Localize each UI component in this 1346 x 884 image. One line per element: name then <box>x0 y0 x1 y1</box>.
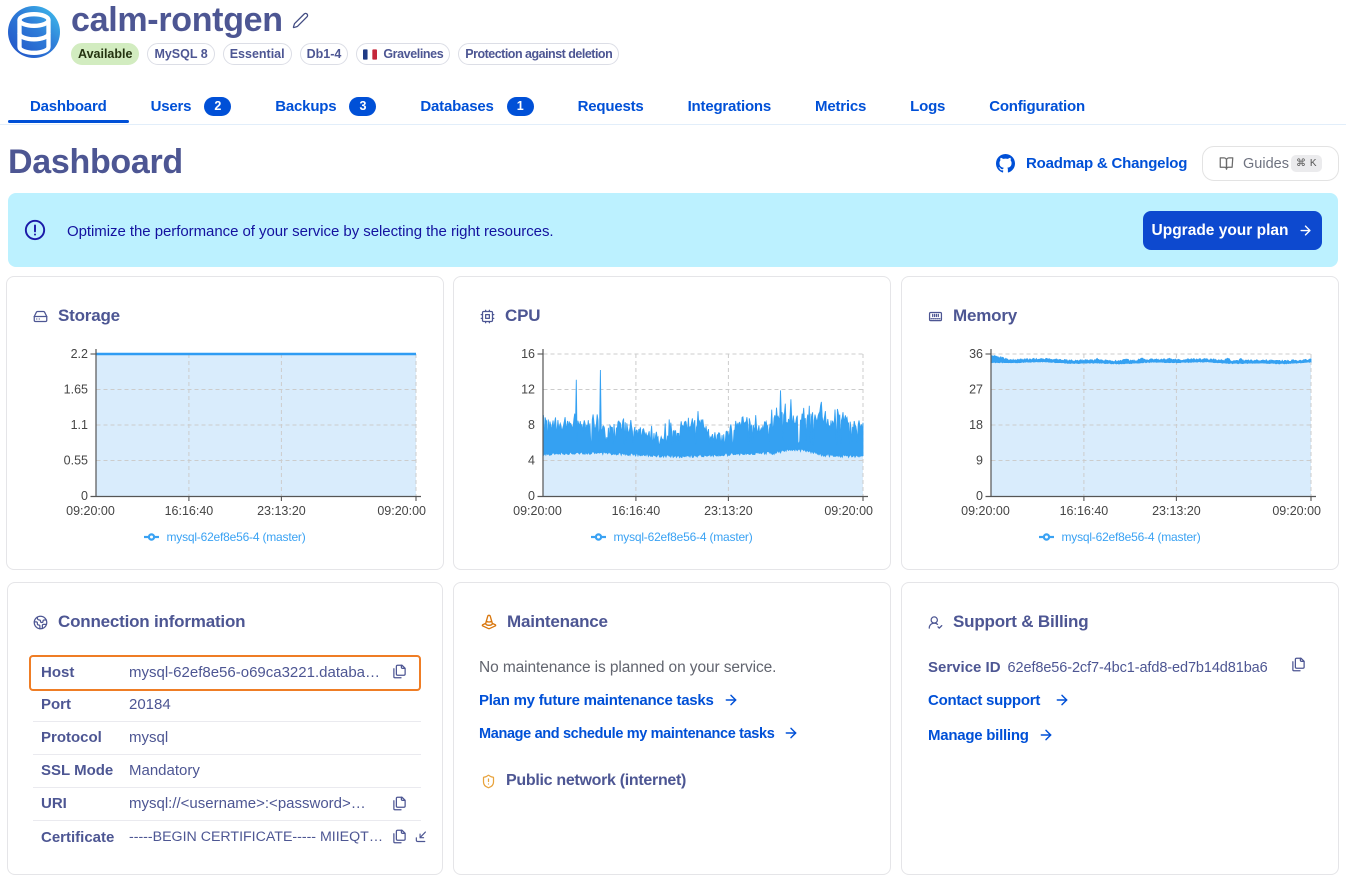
svg-text:0: 0 <box>528 489 535 503</box>
svg-text:16:16:40: 16:16:40 <box>612 504 661 518</box>
svg-text:18: 18 <box>969 418 983 432</box>
svg-text:1.65: 1.65 <box>64 383 88 397</box>
svg-text:09:20:00: 09:20:00 <box>513 504 562 518</box>
svg-text:09:20:00: 09:20:00 <box>824 504 873 518</box>
svg-text:0: 0 <box>976 489 983 503</box>
svg-text:23:13:20: 23:13:20 <box>1152 504 1201 518</box>
svg-text:4: 4 <box>528 454 535 468</box>
svg-text:09:20:00: 09:20:00 <box>961 504 1010 518</box>
svg-text:8: 8 <box>528 418 535 432</box>
svg-text:16:16:40: 16:16:40 <box>1060 504 1109 518</box>
svg-text:23:13:20: 23:13:20 <box>257 504 306 518</box>
svg-text:1.1: 1.1 <box>71 418 88 432</box>
svg-text:09:20:00: 09:20:00 <box>66 504 115 518</box>
svg-text:16: 16 <box>521 347 535 361</box>
svg-text:09:20:00: 09:20:00 <box>377 504 426 518</box>
svg-text:36: 36 <box>969 347 983 361</box>
svg-text:16:16:40: 16:16:40 <box>165 504 214 518</box>
svg-text:23:13:20: 23:13:20 <box>704 504 753 518</box>
svg-text:27: 27 <box>969 383 983 397</box>
svg-text:2.2: 2.2 <box>71 347 88 361</box>
svg-text:9: 9 <box>976 454 983 468</box>
svg-text:12: 12 <box>521 383 535 397</box>
svg-text:09:20:00: 09:20:00 <box>1272 504 1321 518</box>
svg-text:0: 0 <box>81 489 88 503</box>
svg-text:0.55: 0.55 <box>64 454 88 468</box>
